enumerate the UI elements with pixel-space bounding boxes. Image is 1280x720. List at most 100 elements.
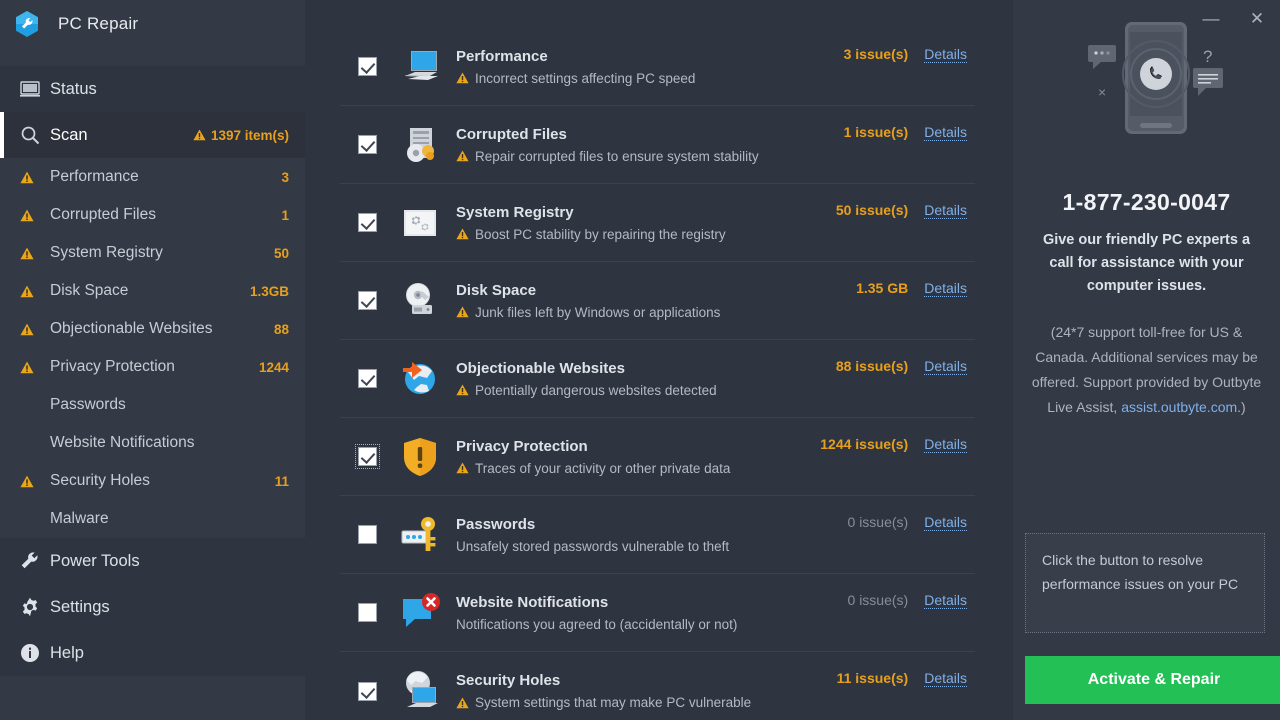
sidebar-item-help[interactable]: Help xyxy=(0,630,305,676)
sidebar-item-label: Corrupted Files xyxy=(50,206,156,223)
sidebar: PC Repair Status Scan 1397 item(s) Performa… xyxy=(0,0,305,720)
scan-row[interactable]: Website Notifications Notifications you a… xyxy=(340,574,975,652)
desktop-monitor-icon xyxy=(398,45,442,89)
warning-triangle-icon xyxy=(20,361,50,374)
scan-row[interactable]: Privacy Protection Traces of your activit… xyxy=(340,418,975,496)
fine-print-suffix: .) xyxy=(1237,399,1246,415)
sidebar-item-label: Privacy Protection xyxy=(50,358,175,375)
row-details-link[interactable]: Details xyxy=(924,592,967,609)
sidebar-nav: Status Scan 1397 item(s) Performance 3 Corrup… xyxy=(0,66,305,676)
row-title: System Registry xyxy=(456,203,574,221)
sidebar-item-badge: 1244 xyxy=(259,360,289,375)
sidebar-item-passwords[interactable]: Passwords xyxy=(0,386,305,424)
sidebar-item-count: 11 xyxy=(274,473,289,489)
row-title: Privacy Protection xyxy=(456,437,588,455)
sidebar-item-badge: 88 xyxy=(274,322,289,337)
scan-row[interactable]: Security Holes System settings that may m… xyxy=(340,652,975,720)
row-details-link[interactable]: Details xyxy=(924,358,967,375)
sidebar-item-label: System Registry xyxy=(50,244,163,261)
row-details-link[interactable]: Details xyxy=(924,514,967,531)
row-right-block: 1244 issue(s) Details xyxy=(820,434,975,480)
row-checkbox[interactable] xyxy=(355,444,380,469)
row-details-link[interactable]: Details xyxy=(924,436,967,453)
row-subtitle-wrap: Unsafely stored passwords vulnerable to … xyxy=(456,539,848,554)
sidebar-item-performance[interactable]: Performance 3 xyxy=(0,158,305,196)
row-checkbox[interactable] xyxy=(358,681,377,701)
row-text-block: Objectionable Websites Potentially danger… xyxy=(456,360,836,398)
warning-triangle-icon xyxy=(193,129,206,141)
hard-disk-icon xyxy=(398,279,442,323)
app-title: PC Repair xyxy=(58,14,139,33)
sidebar-item-count: 1.3GB xyxy=(249,283,289,299)
sidebar-item-power-tools[interactable]: Power Tools xyxy=(0,538,305,584)
gear-icon xyxy=(20,597,50,617)
assist-outbyte-link[interactable]: assist.outbyte.com xyxy=(1121,399,1237,415)
row-checkbox[interactable] xyxy=(358,525,377,544)
sidebar-item-badge: 11 xyxy=(275,474,289,489)
sidebar-item-corrupted-files[interactable]: Corrupted Files 1 xyxy=(0,196,305,234)
activate-and-repair-button[interactable]: Activate & Repair xyxy=(1025,656,1280,704)
row-details-link[interactable]: Details xyxy=(924,202,967,219)
search-icon xyxy=(20,125,50,145)
sidebar-item-label: Objectionable Websites xyxy=(50,320,213,337)
warning-triangle-icon xyxy=(20,285,50,298)
globe-arrow-icon xyxy=(398,357,442,401)
close-button[interactable]: ✕ xyxy=(1234,0,1280,38)
sidebar-item-badge: 1.3GB xyxy=(250,284,289,299)
sidebar-item-privacy-protection[interactable]: Privacy Protection 1244 xyxy=(0,348,305,386)
sidebar-item-security-holes[interactable]: Security Holes 11 xyxy=(0,462,305,500)
sidebar-item-website-notifications[interactable]: Website Notifications xyxy=(0,424,305,462)
support-phone-number[interactable]: 1-877-230-0047 xyxy=(1013,189,1280,216)
row-issue-count: 1 issue(s) xyxy=(843,123,909,140)
warning-triangle-icon xyxy=(456,306,469,318)
sidebar-item-objectionable-websites[interactable]: Objectionable Websites 88 xyxy=(0,310,305,348)
window-controls: — ✕ xyxy=(1188,0,1280,38)
svg-text:?: ? xyxy=(1203,47,1212,66)
row-right-block: 88 issue(s) Details xyxy=(836,356,975,402)
row-details-link[interactable]: Details xyxy=(924,670,967,687)
row-subtitle: Unsafely stored passwords vulnerable to … xyxy=(456,538,730,554)
scan-row[interactable]: Disk Space Junk files left by Windows or … xyxy=(340,262,975,340)
scan-row[interactable]: Passwords Unsafely stored passwords vulne… xyxy=(340,496,975,574)
svg-text:×: × xyxy=(1098,84,1106,100)
row-title: Performance xyxy=(456,47,548,65)
support-fine-print: (24*7 support toll-free for US & Canada.… xyxy=(1013,320,1280,420)
scan-row[interactable]: Corrupted Files Repair corrupted files to… xyxy=(340,106,975,184)
row-details-link[interactable]: Details xyxy=(924,46,967,63)
row-subtitle: Potentially dangerous websites detected xyxy=(475,382,717,398)
sidebar-item-system-registry[interactable]: System Registry 50 xyxy=(0,234,305,272)
sidebar-item-status[interactable]: Status xyxy=(0,66,305,112)
row-checkbox[interactable] xyxy=(358,57,377,76)
sidebar-item-label: Settings xyxy=(50,597,110,616)
tip-text: Click the button to resolve performance … xyxy=(1042,552,1239,592)
sidebar-item-scan[interactable]: Scan 1397 item(s) xyxy=(0,112,305,158)
row-text-block: Disk Space Junk files left by Windows or … xyxy=(456,282,856,320)
scan-row[interactable]: System Registry Boost PC stability by rep… xyxy=(340,184,975,262)
row-checkbox[interactable] xyxy=(358,291,377,310)
row-right-block: 1.35 GB Details xyxy=(856,278,975,324)
row-text-block: Corrupted Files Repair corrupted files to… xyxy=(456,126,844,164)
row-subtitle-wrap: Boost PC stability by repairing the regi… xyxy=(456,227,836,242)
minimize-button[interactable]: — xyxy=(1188,0,1234,38)
row-details-link[interactable]: Details xyxy=(924,124,967,141)
warning-triangle-icon xyxy=(20,171,34,184)
row-checkbox[interactable] xyxy=(358,213,377,232)
warning-triangle-icon xyxy=(20,247,50,260)
scan-row[interactable]: Objectionable Websites Potentially danger… xyxy=(340,340,975,418)
sidebar-item-settings[interactable]: Settings xyxy=(0,584,305,630)
row-title: Security Holes xyxy=(456,672,561,689)
row-subtitle: Repair corrupted files to ensure system … xyxy=(475,148,759,164)
row-text-block: Website Notifications Notifications you a… xyxy=(456,594,848,632)
sidebar-item-label: Disk Space xyxy=(50,282,129,299)
sidebar-item-disk-space[interactable]: Disk Space 1.3GB xyxy=(0,272,305,310)
row-subtitle: Notifications you agreed to (accidentall… xyxy=(456,616,738,632)
row-right-block: 11 issue(s) Details xyxy=(837,668,975,714)
row-subtitle-wrap: Incorrect settings affecting PC speed xyxy=(456,71,844,86)
scan-row[interactable]: Performance Incorrect settings affecting … xyxy=(340,28,975,106)
row-checkbox[interactable] xyxy=(358,369,377,388)
row-checkbox[interactable] xyxy=(358,135,377,154)
row-details-link[interactable]: Details xyxy=(924,280,967,297)
sidebar-item-malware[interactable]: Malware xyxy=(0,500,305,538)
row-checkbox[interactable] xyxy=(358,603,377,622)
sidebar-item-badge: 1 xyxy=(281,208,289,223)
